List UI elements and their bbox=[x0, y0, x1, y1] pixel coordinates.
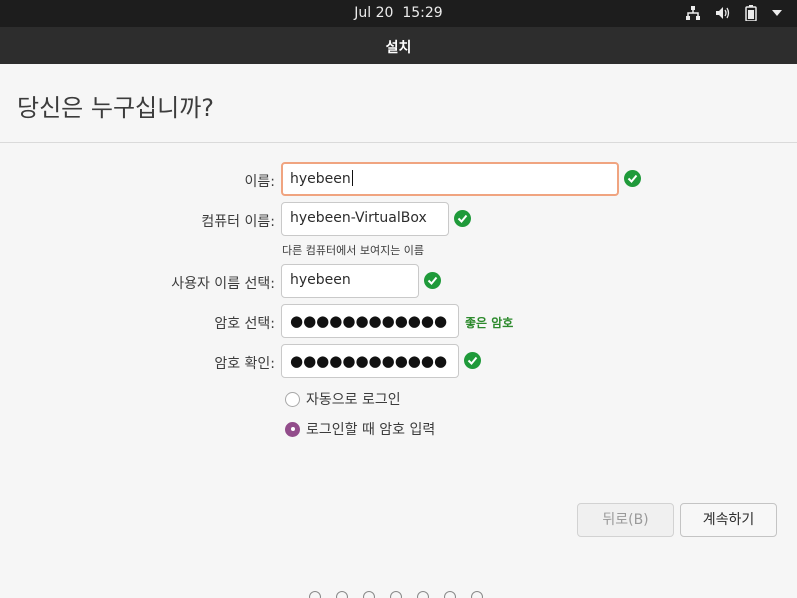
computer-name-value: hyebeen-VirtualBox bbox=[290, 210, 427, 226]
username-label: 사용자 이름 선택: bbox=[171, 276, 275, 292]
login-automatically-option[interactable]: 자동으로 로그인 bbox=[285, 389, 401, 409]
confirm-password-label: 암호 확인: bbox=[214, 356, 275, 372]
require-password-option[interactable]: 로그인할 때 암호 입력 bbox=[285, 419, 435, 439]
computer-name-input[interactable]: hyebeen-VirtualBox bbox=[281, 202, 449, 236]
password-strength-indicator: 좋은 암호 bbox=[465, 316, 514, 330]
progress-dot bbox=[309, 591, 321, 598]
require-password-label: 로그인할 때 암호 입력 bbox=[306, 422, 436, 438]
confirm-password-valid-check-icon bbox=[464, 352, 481, 369]
progress-dot bbox=[336, 591, 348, 598]
system-tray[interactable] bbox=[685, 4, 783, 22]
password-label: 암호 선택: bbox=[214, 316, 275, 332]
name-label: 이름: bbox=[244, 174, 275, 190]
installer-progress-dots bbox=[0, 591, 797, 598]
progress-dot bbox=[363, 591, 375, 598]
password-input[interactable]: ●●●●●●●●●●●● bbox=[281, 304, 459, 338]
dropdown-arrow-icon[interactable] bbox=[771, 7, 783, 19]
back-button[interactable]: 뒤로(B) bbox=[577, 503, 674, 537]
window-title: 설치 bbox=[385, 40, 412, 56]
progress-dot bbox=[444, 591, 456, 598]
computer-name-valid-check-icon bbox=[454, 210, 471, 227]
progress-dot bbox=[390, 591, 402, 598]
login-automatically-label: 자동으로 로그인 bbox=[306, 392, 401, 408]
radio-button-unchecked[interactable] bbox=[285, 391, 300, 407]
confirm-password-input[interactable]: ●●●●●●●●●●●● bbox=[281, 344, 459, 378]
computer-name-label: 컴퓨터 이름: bbox=[201, 214, 275, 230]
system-top-bar: Jul 20 15:29 bbox=[0, 0, 797, 27]
name-valid-check-icon bbox=[624, 170, 641, 187]
username-input[interactable]: hyebeen bbox=[281, 264, 419, 298]
username-valid-check-icon bbox=[424, 272, 441, 289]
progress-dot bbox=[417, 591, 429, 598]
clock[interactable]: Jul 20 15:29 bbox=[0, 5, 797, 21]
computer-name-hint: 다른 컴퓨터에서 보여지는 이름 bbox=[282, 244, 425, 257]
progress-dot bbox=[471, 591, 483, 598]
radio-button-checked[interactable] bbox=[285, 421, 300, 437]
name-input[interactable]: hyebeen bbox=[281, 162, 619, 196]
confirm-password-masked-value: ●●●●●●●●●●●● bbox=[290, 352, 448, 370]
username-value: hyebeen bbox=[290, 272, 351, 288]
text-caret bbox=[351, 170, 353, 186]
network-icon[interactable] bbox=[685, 5, 701, 21]
name-value: hyebeen bbox=[290, 171, 351, 187]
window-titlebar[interactable]: 설치 bbox=[0, 27, 797, 64]
volume-icon[interactable] bbox=[715, 5, 731, 21]
battery-icon[interactable] bbox=[745, 5, 757, 21]
page-title: 당신은 누구십니까? bbox=[17, 94, 215, 122]
heading-divider bbox=[0, 142, 797, 143]
continue-button[interactable]: 계속하기 bbox=[680, 503, 777, 537]
password-masked-value: ●●●●●●●●●●●● bbox=[290, 312, 448, 330]
